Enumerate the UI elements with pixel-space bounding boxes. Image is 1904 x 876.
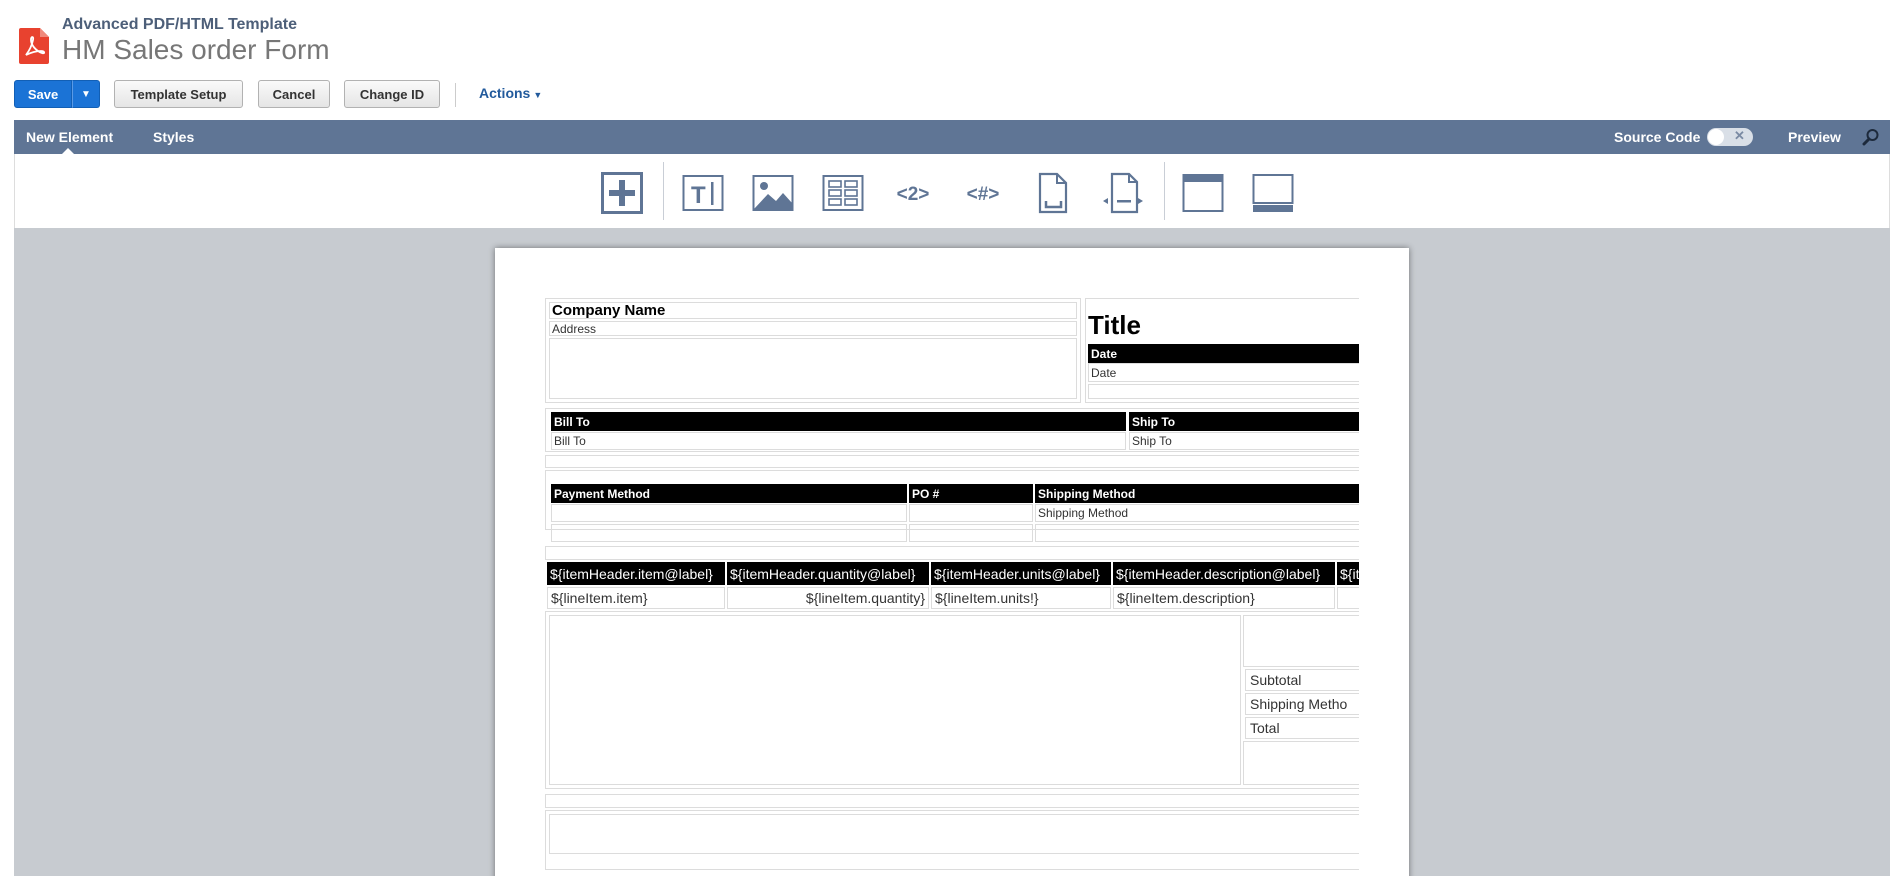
line-item-description[interactable]: ${lineItem.description} (1113, 587, 1335, 609)
button-bar: Save ▼ Template Setup Cancel Change ID A… (14, 80, 1894, 110)
totals-spacer[interactable] (1243, 615, 1359, 667)
spacer-row[interactable] (545, 546, 1359, 560)
item-header-more: ${it (1337, 562, 1359, 585)
document-page: Company Name Address Title Date Date Bil… (495, 248, 1409, 876)
image-icon[interactable] (752, 172, 794, 214)
item-header-quantity: ${itemHeader.quantity@label} (727, 562, 929, 585)
payment-method-cell-2[interactable] (551, 524, 907, 542)
payment-method-header: Payment Method (551, 484, 907, 503)
close-icon: ✕ (1734, 128, 1745, 143)
design-canvas: Company Name Address Title Date Date Bil… (14, 228, 1890, 876)
page-number-icon[interactable]: <2> (892, 172, 934, 214)
line-item-quantity[interactable]: ${lineItem.quantity} (727, 587, 929, 609)
shipping-method-cell-2[interactable] (1035, 524, 1359, 542)
page-number-glyph: <2> (897, 184, 930, 205)
item-header-units: ${itemHeader.units@label} (931, 562, 1111, 585)
line-item-item[interactable]: ${lineItem.item} (547, 587, 725, 609)
spacer-row[interactable] (545, 794, 1359, 808)
source-code-toggle[interactable]: ✕ (1707, 128, 1753, 146)
address-area[interactable] (549, 338, 1077, 399)
document-layout: Company Name Address Title Date Date Bil… (545, 298, 1359, 876)
item-header-description: ${itemHeader.description@label} (1113, 562, 1335, 585)
tab-new-element[interactable]: New Element (26, 129, 113, 145)
date-header: Date (1088, 344, 1359, 363)
toggle-knob (1708, 129, 1724, 145)
ship-to-header: Ship To (1129, 412, 1359, 431)
pdf-file-icon (19, 28, 49, 64)
spacer-row[interactable] (545, 455, 1359, 468)
bill-to-cell[interactable] (551, 432, 1126, 450)
table-icon[interactable] (822, 172, 864, 214)
totals-bottom-spacer[interactable] (1243, 741, 1359, 785)
change-id-button[interactable]: Change ID (344, 80, 440, 108)
page-title: HM Sales order Form (62, 34, 330, 65)
po-cell[interactable] (909, 504, 1033, 522)
shipping-method-header: Shipping Method (1035, 484, 1359, 503)
shipping-method-value: Shipping Method (1038, 506, 1129, 520)
editor-bar: New Element Styles Source Code ✕ Preview (14, 120, 1890, 155)
toolbar-separator (663, 162, 664, 220)
page-header-icon[interactable] (1182, 172, 1224, 214)
total-pages-icon[interactable]: <#> (962, 172, 1004, 214)
button-separator (455, 83, 456, 107)
save-button-group: Save ▼ (14, 80, 100, 108)
preview-button[interactable]: Preview (1788, 129, 1841, 145)
page-footer-icon[interactable] (1252, 172, 1294, 214)
document-title: Title (1088, 310, 1141, 340)
add-element-icon[interactable] (601, 172, 643, 214)
toolbar-separator (1164, 162, 1165, 220)
tab-styles[interactable]: Styles (153, 129, 194, 145)
ship-to-value: Ship To (1132, 434, 1172, 448)
footer-area[interactable] (549, 814, 1359, 854)
page-break-icon[interactable] (1032, 172, 1074, 214)
total-pages-glyph: <#> (967, 184, 1000, 205)
po-header: PO # (909, 484, 1033, 503)
template-editor-page: Advanced PDF/HTML Template HM Sales orde… (0, 0, 1904, 876)
triangle-down-icon: ▼ (81, 88, 91, 100)
address-text: Address (552, 322, 597, 336)
magnifier-icon[interactable] (1862, 128, 1880, 146)
total-label: Total (1250, 720, 1280, 736)
item-header-item: ${itemHeader.item@label} (547, 562, 725, 585)
date-value: Date (1091, 366, 1117, 380)
record-type-label: Advanced PDF/HTML Template (62, 16, 297, 33)
address-cell[interactable] (549, 321, 1077, 336)
date-spacer[interactable] (1088, 384, 1359, 399)
notes-area[interactable] (549, 615, 1241, 785)
actions-label: Actions (479, 85, 531, 101)
actions-menu[interactable]: Actions ▼ (479, 85, 542, 101)
save-button[interactable]: Save (14, 80, 72, 108)
payment-method-cell[interactable] (551, 504, 907, 522)
subtotal-label: Subtotal (1250, 672, 1302, 688)
line-item-more[interactable] (1337, 587, 1359, 609)
template-setup-button[interactable]: Template Setup (114, 80, 243, 108)
svg-text:T: T (691, 182, 706, 209)
bill-to-header: Bill To (551, 412, 1126, 431)
po-cell-2[interactable] (909, 524, 1033, 542)
line-item-units[interactable]: ${lineItem.units!} (931, 587, 1111, 609)
insert-page-break-icon[interactable] (1102, 172, 1144, 214)
bill-to-value: Bill To (554, 434, 586, 448)
shipping-total-label: Shipping Metho (1250, 696, 1348, 712)
source-code-label: Source Code (1614, 129, 1701, 145)
cancel-button[interactable]: Cancel (258, 80, 330, 108)
page-header: Advanced PDF/HTML Template HM Sales orde… (0, 0, 1904, 74)
text-field-icon[interactable]: T (682, 172, 724, 214)
caret-down-icon: ▼ (533, 90, 543, 100)
date-cell[interactable] (1088, 363, 1359, 382)
element-toolbar: T <2> <#> (14, 154, 1890, 228)
company-name: Company Name (552, 302, 666, 319)
save-dropdown-button[interactable]: ▼ (72, 80, 100, 108)
